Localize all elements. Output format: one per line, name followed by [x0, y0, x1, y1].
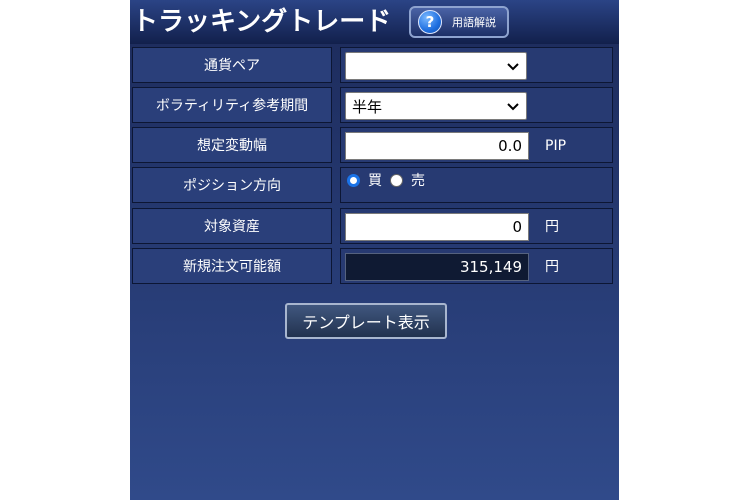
template-display-button[interactable]: テンプレート表示: [285, 303, 447, 339]
glossary-button[interactable]: ? 用語解説: [409, 6, 509, 38]
target-assets-unit: 円: [545, 219, 559, 235]
available-order-unit: 円: [545, 259, 559, 275]
tracking-trade-panel: トラッキングトレード ? 用語解説 通貨ペア ボラティリティ参考期間 半年 想定…: [130, 0, 619, 500]
expected-range-unit: PIP: [545, 138, 567, 154]
buy-radio[interactable]: [347, 173, 360, 187]
expected-range-cell: 0.0 PIP: [340, 127, 613, 163]
row-expected-range: 想定変動幅 0.0 PIP: [130, 127, 619, 163]
expected-range-label: 想定変動幅: [132, 127, 332, 163]
currency-pair-cell: [340, 47, 613, 83]
row-position-direction: ポジション方向 買 売: [130, 167, 619, 203]
chevron-down-icon: [507, 103, 519, 111]
available-order-label: 新規注文可能額: [132, 248, 332, 284]
glossary-label: 用語解説: [452, 16, 496, 29]
page-title: トラッキングトレード: [132, 7, 392, 37]
target-assets-cell: 0 円: [340, 208, 613, 244]
position-direction-radio-group: 買 売: [347, 170, 433, 190]
volatility-period-select[interactable]: 半年: [345, 92, 527, 120]
position-direction-label: ポジション方向: [132, 167, 332, 203]
row-target-assets: 対象資産 0 円: [130, 208, 619, 244]
position-direction-cell: 買 売: [340, 167, 613, 203]
row-available-order: 新規注文可能額 315,149 円: [130, 248, 619, 284]
sell-radio[interactable]: [390, 173, 403, 187]
chevron-down-icon: [507, 63, 519, 71]
currency-pair-label: 通貨ペア: [132, 47, 332, 83]
target-assets-label: 対象資産: [132, 208, 332, 244]
volatility-period-cell: 半年: [340, 87, 613, 123]
volatility-period-value: 半年: [352, 97, 383, 116]
row-currency-pair: 通貨ペア: [130, 47, 619, 83]
volatility-period-label: ボラティリティ参考期間: [132, 87, 332, 123]
sell-radio-label: 売: [411, 173, 425, 189]
currency-pair-select[interactable]: [345, 52, 527, 80]
title-bar: トラッキングトレード ? 用語解説: [130, 0, 619, 44]
available-order-value: 315,149: [345, 253, 529, 281]
buy-radio-label: 買: [368, 173, 382, 189]
target-assets-input[interactable]: 0: [345, 213, 529, 241]
question-icon: ?: [418, 10, 442, 34]
expected-range-input[interactable]: 0.0: [345, 132, 529, 160]
row-volatility-period: ボラティリティ参考期間 半年: [130, 87, 619, 123]
available-order-cell: 315,149 円: [340, 248, 613, 284]
